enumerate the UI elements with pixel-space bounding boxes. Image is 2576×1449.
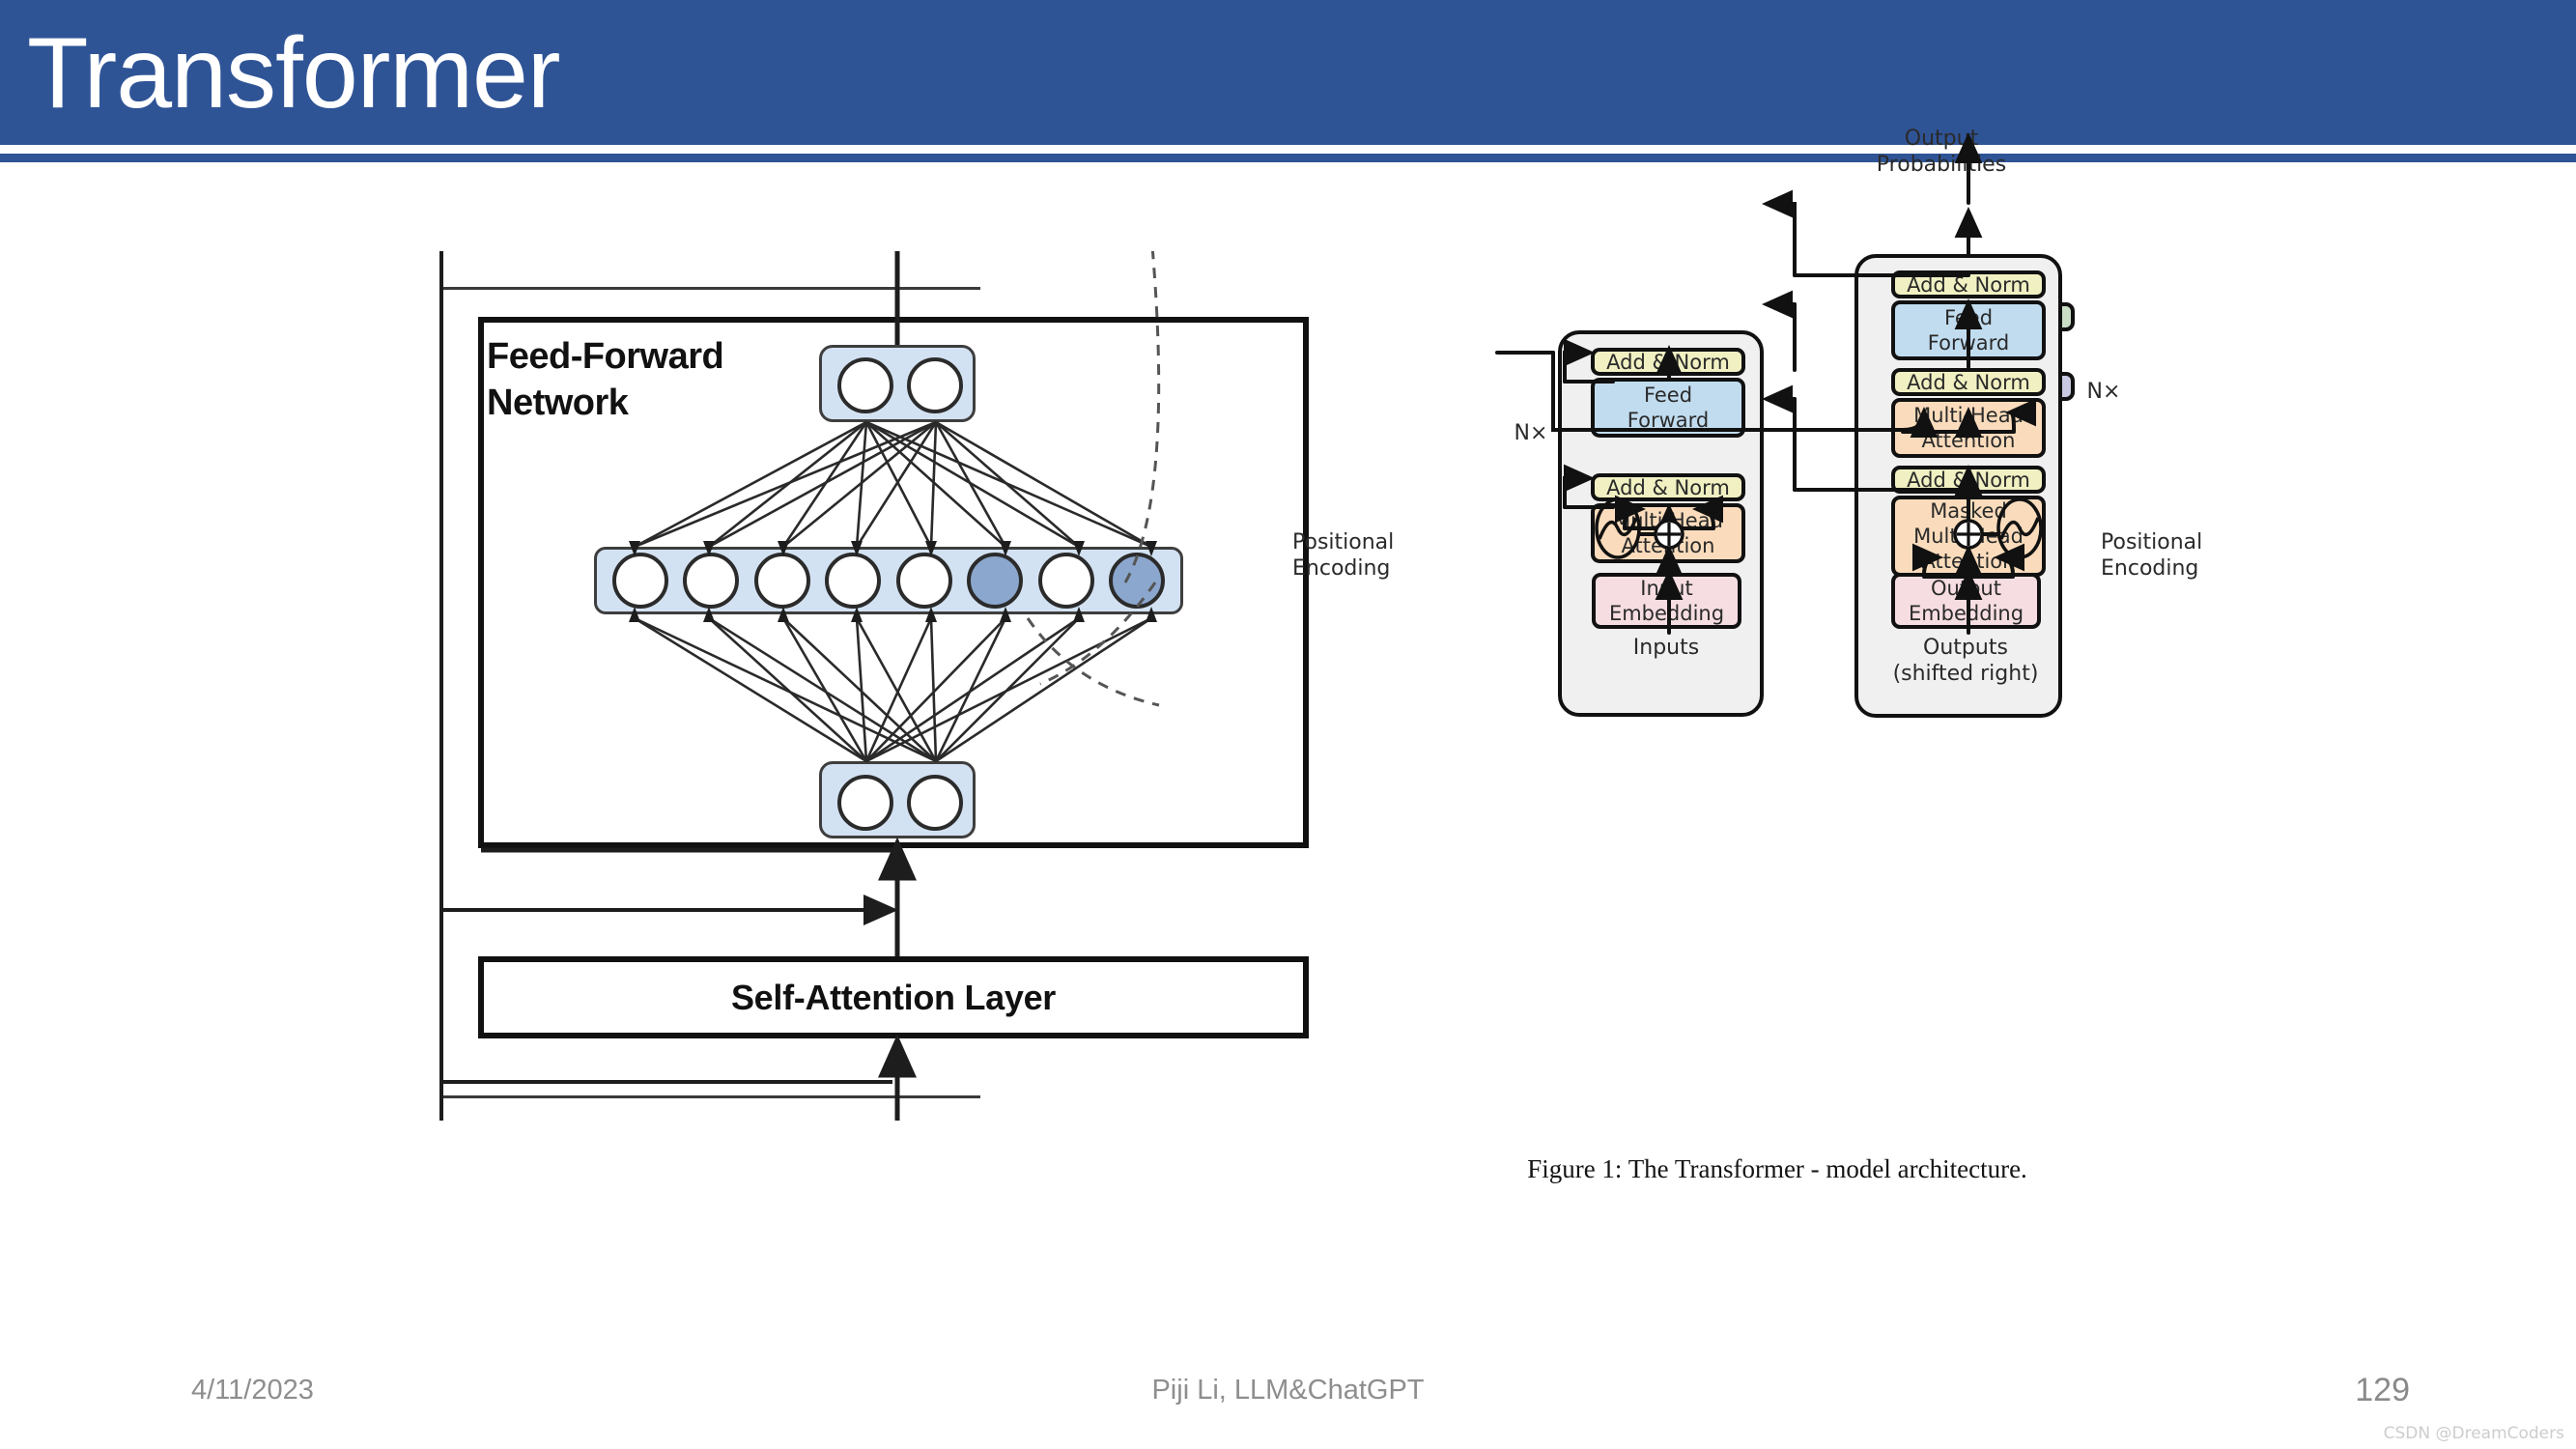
encoder-repeat-label: N× bbox=[1514, 421, 1548, 445]
input-unit bbox=[907, 775, 963, 831]
decoder-add-norm-3: Add & Norm bbox=[1891, 270, 2046, 298]
input-unit bbox=[837, 775, 893, 831]
figure-caption: Figure 1: The Transformer - model archit… bbox=[1527, 1154, 2027, 1183]
left-diagram-transformer-block: Feed-Forward Network Self-Attention Layer bbox=[437, 251, 1325, 1121]
decoder-add-norm-1: Add & Norm bbox=[1891, 466, 2046, 494]
hidden-unit bbox=[895, 553, 952, 609]
page-title: Transformer bbox=[27, 17, 560, 129]
feed-forward-network-label: Feed-Forward Network bbox=[487, 336, 724, 423]
self-attention-layer-box: Self-Attention Layer bbox=[478, 956, 1309, 1038]
self-attention-layer-label: Self-Attention Layer bbox=[730, 977, 1057, 1017]
inputs-label: Inputs bbox=[1632, 636, 1700, 660]
input-embedding-box: Input Embedding bbox=[1592, 573, 1741, 629]
watermark-label: CSDN @DreamCoders bbox=[2383, 1424, 2564, 1443]
encoder-add-norm-2: Add & Norm bbox=[1591, 348, 1745, 376]
title-accent-bar bbox=[0, 154, 2576, 162]
hidden-unit bbox=[1109, 553, 1166, 609]
encoder-feed-forward: Feed Forward bbox=[1591, 378, 1745, 438]
hidden-unit bbox=[1037, 553, 1094, 609]
decoder-add-norm-2: Add & Norm bbox=[1891, 368, 2046, 396]
hidden-unit bbox=[683, 553, 740, 609]
hidden-unit bbox=[611, 553, 668, 609]
output-cell-group bbox=[819, 345, 976, 422]
outputs-label: Outputs (shifted right) bbox=[1892, 636, 2039, 686]
positional-encoding-left-label: Positional Encoding bbox=[1292, 530, 1395, 581]
hidden-units-bar bbox=[594, 547, 1183, 614]
output-embedding-box: Output Embedding bbox=[1891, 573, 2041, 629]
encoder-multi-head-attention: Multi-Head Attention bbox=[1591, 503, 1745, 563]
output-probabilities-label: Output Probabilities bbox=[1876, 127, 2007, 177]
hidden-unit bbox=[753, 553, 810, 609]
decoder-masked-multi-head-attention: Masked Multi-Head Attention bbox=[1891, 496, 2046, 577]
right-diagram-model-architecture: OutputProbabilities Softmax Linear Add &… bbox=[1292, 127, 2318, 739]
output-unit bbox=[907, 357, 963, 413]
page-number: 129 bbox=[2355, 1372, 2410, 1408]
output-unit bbox=[837, 357, 893, 413]
input-cell-group bbox=[819, 761, 976, 838]
hidden-unit bbox=[967, 553, 1024, 609]
title-banner: Transformer bbox=[0, 0, 2576, 145]
footer-author: Piji Li, LLM&ChatGPT bbox=[1151, 1375, 1425, 1406]
positional-encoding-right-label: Positional Encoding bbox=[2101, 530, 2203, 581]
decoder-multi-head-attention: Multi-Head Attention bbox=[1891, 398, 2046, 458]
encoder-add-norm-1: Add & Norm bbox=[1591, 473, 1745, 501]
hidden-unit bbox=[825, 553, 882, 609]
decoder-feed-forward: Feed Forward bbox=[1891, 300, 2046, 360]
decoder-repeat-label: N× bbox=[2086, 380, 2121, 404]
